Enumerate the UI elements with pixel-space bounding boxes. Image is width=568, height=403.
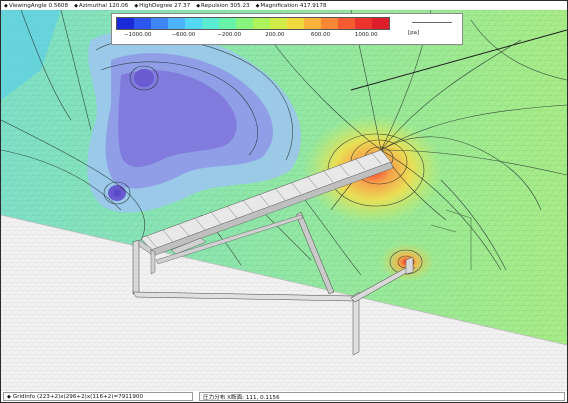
diamond-bullet-icon: ◆ (74, 2, 78, 9)
diamond-bullet-icon: ◆ (7, 393, 11, 400)
legend-swatch (338, 18, 355, 29)
3d-viewport[interactable] (1, 10, 567, 391)
legend-divider-line (412, 22, 452, 23)
diamond-bullet-icon: ◆ (196, 2, 201, 9)
legend-swatch (270, 18, 287, 29)
legend-tick-label: 600.00 (310, 32, 331, 38)
repulsion-readout: ◆ Repulsion 305.23 (196, 2, 250, 9)
legend-unit-label: [pa] (408, 30, 420, 36)
legend-tick-labels: −1000.00 −600.00 −200.00 200.00 600.00 1000.0… (116, 31, 406, 41)
legend-tick-label: −1000.00 (124, 32, 152, 38)
grid-info-text: GridInfo (223+2)x(296+2)x(116+2)=7911900 (12, 393, 144, 400)
bottom-info-bar: ◆ GridInfo (223+2)x(296+2)x(116+2)=79119… (1, 391, 567, 402)
viewing-angle-readout: ◆ ViewingAngle 0.5608 (4, 2, 69, 9)
pressure-section-panel: 圧力分布 X断面: 111, 0.1156 (199, 392, 565, 401)
legend-swatch (236, 18, 253, 29)
legend-tick-label: −600.00 (171, 32, 196, 38)
legend-swatch (219, 18, 236, 29)
status-bar: ◆ ViewingAngle 0.5608 ◆ Azimuthal 120.06 ◆… (1, 1, 567, 10)
legend-swatch (202, 18, 219, 29)
legend-tick-label: 200.00 (265, 32, 285, 38)
magnification-readout: ◆ Magnification 417.9178 (255, 2, 327, 9)
high-degree-readout: ◆ HighDegree 27.37 (134, 2, 191, 9)
legend-swatch (134, 18, 151, 29)
pressure-section-text: 圧力分布 X断面: 111, 0.1156 (203, 394, 280, 401)
legend-swatch (372, 18, 389, 29)
legend-swatch (168, 18, 185, 29)
legend-swatch (253, 18, 270, 29)
azimuthal-readout: ◆ Azimuthal 120.06 (74, 2, 129, 9)
pressure-color-legend: −1000.00 −600.00 −200.00 200.00 600.00 1000.0… (111, 13, 463, 45)
legend-swatch (321, 18, 338, 29)
pressure-field-render[interactable] (1, 10, 567, 391)
diamond-bullet-icon: ◆ (134, 2, 139, 9)
legend-swatch (117, 18, 134, 29)
diamond-bullet-icon: ◆ (255, 2, 260, 9)
legend-swatch (287, 18, 304, 29)
grid-info-panel: ◆ GridInfo (223+2)x(296+2)x(116+2)=79119… (3, 392, 193, 401)
legend-swatch (355, 18, 372, 29)
legend-swatch (185, 18, 202, 29)
legend-tick-label: −200.00 (217, 32, 242, 38)
app-window: ◆ ViewingAngle 0.5608 ◆ Azimuthal 120.06 ◆… (0, 0, 568, 403)
legend-tick-label: 1000.00 (354, 32, 378, 38)
legend-swatch (304, 18, 321, 29)
legend-swatch (151, 18, 168, 29)
diamond-bullet-icon: ◆ (4, 2, 8, 9)
legend-color-bar (116, 17, 390, 30)
